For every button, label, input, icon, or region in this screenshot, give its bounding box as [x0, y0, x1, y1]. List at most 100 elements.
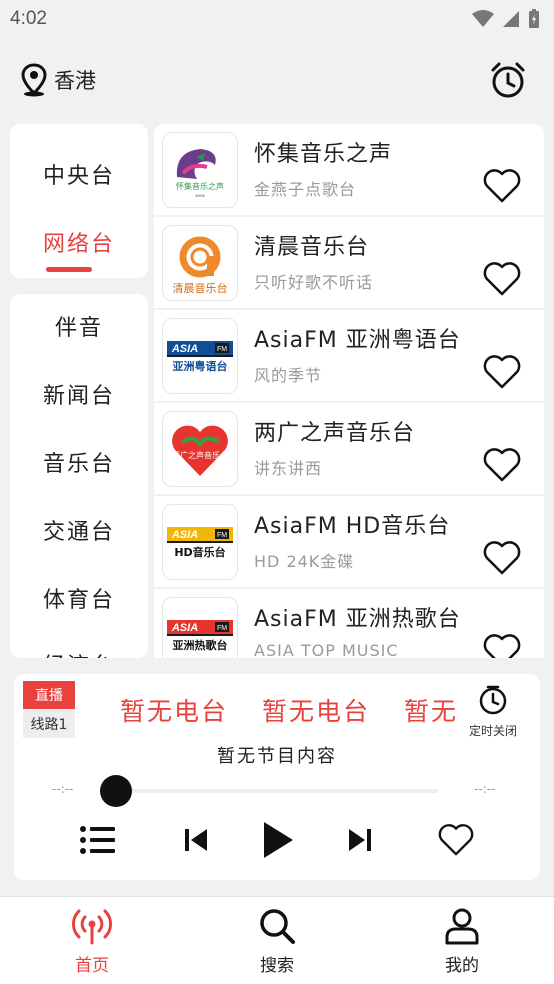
- heart-icon[interactable]: [482, 354, 522, 390]
- station-logo: 两广之声音乐台: [162, 411, 238, 487]
- nav-search[interactable]: 搜索: [237, 907, 317, 976]
- nav-label: 首页: [75, 956, 109, 976]
- heart-icon: [438, 824, 474, 856]
- alarm-button[interactable]: [488, 60, 528, 100]
- playlist-button[interactable]: [76, 818, 120, 862]
- marquee-text: 暂无电台: [120, 697, 229, 726]
- total-time: --:--: [474, 782, 496, 796]
- status-bar: 4:02: [0, 0, 554, 38]
- svg-text:ASIA: ASIA: [171, 343, 198, 355]
- station-logo: ASIA FM HD音乐台: [162, 504, 238, 580]
- category-group-bottom: 伴音 新闻台 音乐台 交通台 体育台 经济台: [10, 294, 148, 658]
- station-logo-text: 两广之声音乐台: [172, 450, 228, 460]
- station-list: 怀集音乐之声 www 怀集音乐之声 金燕子点歌台 清晨音乐台 清晨音乐台 只听好…: [154, 124, 544, 658]
- battery-icon: [529, 9, 539, 28]
- station-item[interactable]: ASIA FM HD音乐台 AsiaFM HD音乐台 HD 24K金碟: [154, 496, 544, 587]
- wifi-icon: [472, 10, 494, 27]
- play-icon: [264, 822, 293, 858]
- station-desc: 金燕子点歌台: [254, 180, 357, 199]
- nav-home[interactable]: 首页: [52, 907, 132, 976]
- station-name: 怀集音乐之声: [254, 142, 393, 167]
- elapsed-time: --:--: [52, 782, 74, 796]
- station-logo-text: 怀集音乐之声: [176, 181, 224, 191]
- skip-next-icon: [349, 829, 371, 851]
- station-logo: 怀集音乐之声 www: [162, 132, 238, 208]
- category-group-top: 中央台 网络台: [10, 124, 148, 278]
- timer-icon: [479, 685, 507, 715]
- station-item[interactable]: 两广之声音乐台 两广之声音乐台 讲东讲西: [154, 403, 544, 494]
- location-label: 香港: [54, 69, 96, 93]
- station-logo: ASIA FM 亚洲热歌台: [162, 597, 238, 658]
- favorite-button[interactable]: [434, 818, 478, 862]
- station-desc: 只听好歌不听话: [254, 273, 374, 292]
- alarm-clock-icon: [491, 62, 525, 98]
- progress-knob[interactable]: [100, 775, 132, 807]
- next-button[interactable]: [340, 818, 380, 862]
- program-info: 暂无节目内容: [217, 746, 337, 767]
- station-logo-text: 亚洲粤语台: [173, 359, 228, 373]
- category-central[interactable]: 中央台: [10, 158, 148, 190]
- progress-track[interactable]: [114, 789, 438, 793]
- station-desc: ASIA TOP MUSIC: [254, 641, 399, 658]
- user-icon: [445, 908, 479, 945]
- station-logo-text: HD音乐台: [174, 545, 225, 559]
- skip-previous-icon: [185, 829, 207, 851]
- location-selector[interactable]: 香港: [20, 63, 96, 97]
- marquee-text: 暂无电台: [262, 697, 371, 726]
- live-badge: 直播: [23, 681, 75, 709]
- signal-icon: [503, 11, 519, 27]
- category-sports[interactable]: 体育台: [10, 582, 148, 614]
- station-item[interactable]: 清晨音乐台 清晨音乐台 只听好歌不听话: [154, 217, 544, 308]
- status-icons: [472, 9, 540, 29]
- radio-tower-icon: [72, 909, 112, 945]
- timer-label: 定时关闭: [468, 724, 517, 738]
- previous-button[interactable]: [176, 818, 216, 862]
- station-name: 两广之声音乐台: [254, 421, 416, 446]
- active-category-indicator: [46, 267, 92, 272]
- svg-text:FM: FM: [217, 346, 227, 353]
- station-logo-text: 亚洲热歌台: [173, 638, 228, 652]
- station-name: AsiaFM HD音乐台: [254, 514, 451, 539]
- svg-text:ASIA: ASIA: [171, 529, 198, 541]
- bottom-nav: 首页 搜索 我的: [0, 896, 554, 984]
- play-button[interactable]: [252, 818, 302, 862]
- category-traffic[interactable]: 交通台: [10, 514, 148, 546]
- search-icon: [260, 909, 295, 944]
- nav-label: 我的: [445, 956, 479, 976]
- nav-profile[interactable]: 我的: [422, 907, 502, 976]
- svg-text:FM: FM: [217, 532, 227, 539]
- station-logo: 清晨音乐台: [162, 225, 238, 301]
- category-network[interactable]: 网络台: [10, 226, 148, 258]
- svg-text:FM: FM: [217, 625, 227, 632]
- playlist-icon: [80, 826, 115, 854]
- station-logo-text: 清晨音乐台: [173, 281, 228, 295]
- nav-label: 搜索: [260, 956, 294, 976]
- header: 香港: [0, 38, 554, 122]
- station-item[interactable]: ASIA FM 亚洲热歌台 AsiaFM 亚洲热歌台 ASIA TOP MUSI…: [154, 589, 544, 658]
- heart-icon[interactable]: [482, 447, 522, 483]
- heart-icon[interactable]: [482, 633, 522, 658]
- station-desc: 讲东讲西: [254, 459, 323, 478]
- category-news[interactable]: 新闻台: [10, 378, 148, 410]
- heart-icon[interactable]: [482, 168, 522, 204]
- svg-text:ASIA: ASIA: [171, 622, 198, 634]
- player-panel: 直播 线路1 暂无电台 暂无电台 暂无电台 定时关闭 暂无节目内容 --:-- --…: [14, 674, 540, 880]
- category-economy[interactable]: 经济台: [10, 648, 148, 658]
- marquee-text: 暂无电台: [404, 697, 456, 726]
- category-music[interactable]: 音乐台: [10, 446, 148, 478]
- station-item[interactable]: ASIA FM 亚洲粤语台 AsiaFM 亚洲粤语台 风的季节: [154, 310, 544, 401]
- station-logo: ASIA FM 亚洲粤语台: [162, 318, 238, 394]
- station-desc: HD 24K金碟: [254, 552, 355, 571]
- category-companion[interactable]: 伴音: [10, 310, 148, 342]
- sleep-timer-button[interactable]: 定时关闭: [464, 684, 522, 739]
- heart-icon[interactable]: [482, 540, 522, 576]
- station-name: 清晨音乐台: [254, 235, 370, 260]
- location-pin-icon: [21, 63, 47, 97]
- station-desc: 风的季节: [254, 366, 323, 385]
- station-item[interactable]: 怀集音乐之声 www 怀集音乐之声 金燕子点歌台: [154, 124, 544, 215]
- status-time: 4:02: [10, 8, 47, 29]
- now-playing-marquee: 暂无电台 暂无电台 暂无电台: [120, 692, 456, 730]
- station-name: AsiaFM 亚洲粤语台: [254, 328, 461, 353]
- line-selector[interactable]: 线路1: [23, 709, 75, 738]
- heart-icon[interactable]: [482, 261, 522, 297]
